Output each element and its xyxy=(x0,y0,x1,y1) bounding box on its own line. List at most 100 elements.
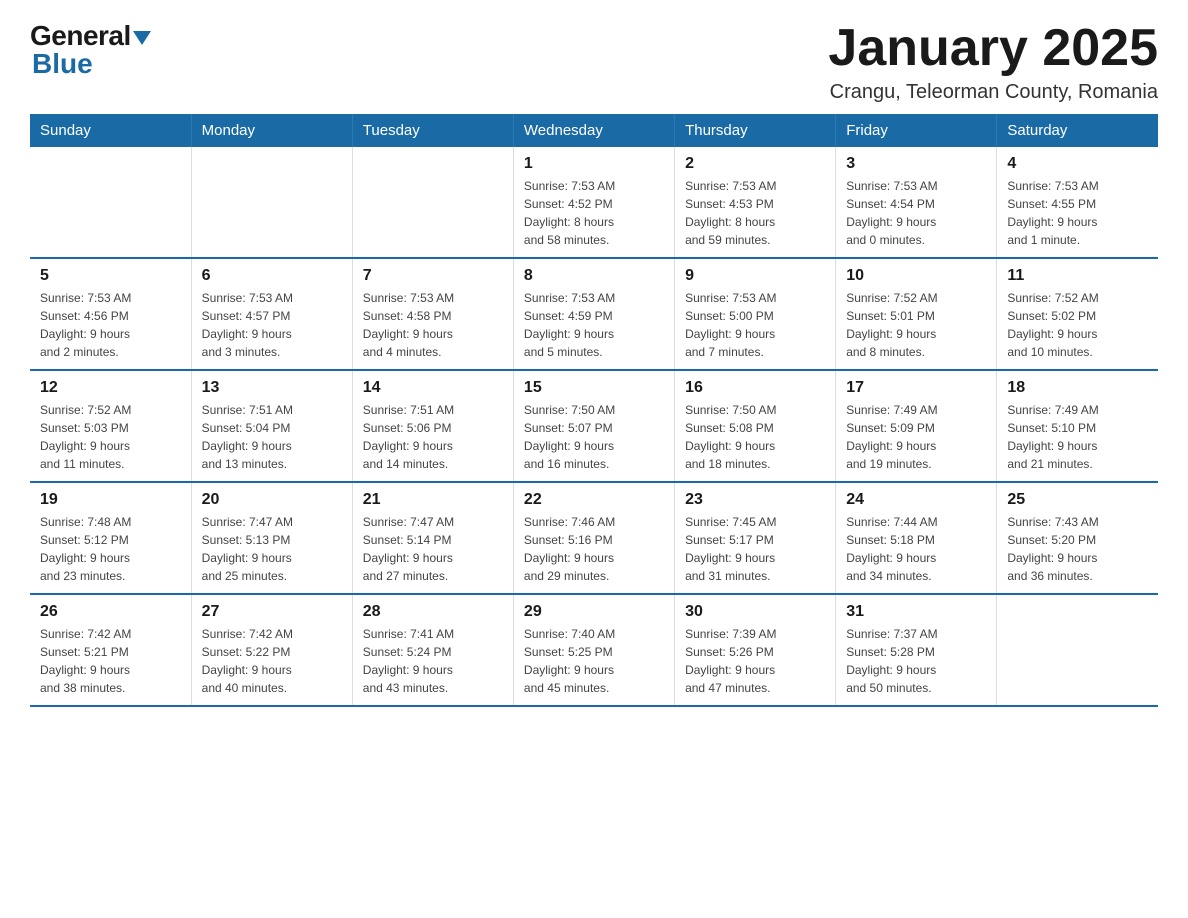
weekday-header-saturday: Saturday xyxy=(997,114,1158,147)
page-header: General Blue January 2025 Crangu, Teleor… xyxy=(30,20,1158,104)
day-info: Sunrise: 7:53 AM Sunset: 4:55 PM Dayligh… xyxy=(1007,177,1148,249)
calendar-cell: 16 Sunrise: 7:50 AM Sunset: 5:08 PM Dayli… xyxy=(675,370,836,482)
calendar-cell: 14Sunrise: 7:51 AM Sunset: 5:06 PM Dayli… xyxy=(352,370,513,482)
calendar-cell: 31 Sunrise: 7:37 AM Sunset: 5:28 PM Dayli… xyxy=(836,594,997,706)
day-info: Sunrise: 7:40 AM Sunset: 5:25 PM Dayligh… xyxy=(524,625,664,697)
day-number: 7 xyxy=(363,267,503,285)
day-info: Sunrise: 7:50 AM Sunset: 5:07 PM Dayligh… xyxy=(524,401,664,473)
day-number: 2 xyxy=(685,155,825,173)
weekday-header-wednesday: Wednesday xyxy=(513,114,674,147)
day-info: Sunrise: 7:45 AM Sunset: 5:17 PM Dayligh… xyxy=(685,513,825,585)
day-number: 12 xyxy=(40,379,181,397)
day-info: Sunrise: 7:52 AM Sunset: 5:03 PM Dayligh… xyxy=(40,401,181,473)
day-number: 8 xyxy=(524,267,664,285)
calendar-cell: 23 Sunrise: 7:45 AM Sunset: 5:17 PM Dayli… xyxy=(675,482,836,594)
calendar-cell: 11 Sunrise: 7:52 AM Sunset: 5:02 PM Dayli… xyxy=(997,258,1158,370)
day-info: Sunrise: 7:53 AM Sunset: 4:58 PM Dayligh… xyxy=(363,289,503,361)
calendar-cell xyxy=(191,147,352,258)
day-info: Sunrise: 7:53 AM Sunset: 5:00 PM Dayligh… xyxy=(685,289,825,361)
day-info: Sunrise: 7:42 AM Sunset: 5:21 PM Dayligh… xyxy=(40,625,181,697)
day-number: 29 xyxy=(524,603,664,621)
calendar-subtitle: Crangu, Teleorman County, Romania xyxy=(828,81,1158,104)
weekday-header-thursday: Thursday xyxy=(675,114,836,147)
day-info: Sunrise: 7:48 AM Sunset: 5:12 PM Dayligh… xyxy=(40,513,181,585)
calendar-cell: 24 Sunrise: 7:44 AM Sunset: 5:18 PM Dayli… xyxy=(836,482,997,594)
day-info: Sunrise: 7:53 AM Sunset: 4:52 PM Dayligh… xyxy=(524,177,664,249)
day-number: 5 xyxy=(40,267,181,285)
day-info: Sunrise: 7:42 AM Sunset: 5:22 PM Dayligh… xyxy=(202,625,342,697)
calendar-header: SundayMondayTuesdayWednesdayThursdayFrid… xyxy=(30,114,1158,147)
logo-arrow-icon xyxy=(133,31,151,45)
week-row-2: 5 Sunrise: 7:53 AM Sunset: 4:56 PM Daylig… xyxy=(30,258,1158,370)
calendar-cell xyxy=(30,147,191,258)
day-info: Sunrise: 7:39 AM Sunset: 5:26 PM Dayligh… xyxy=(685,625,825,697)
calendar-cell: 30 Sunrise: 7:39 AM Sunset: 5:26 PM Dayli… xyxy=(675,594,836,706)
day-number: 9 xyxy=(685,267,825,285)
day-number: 15 xyxy=(524,379,664,397)
day-number: 27 xyxy=(202,603,342,621)
day-number: 10 xyxy=(846,267,986,285)
day-number: 24 xyxy=(846,491,986,509)
calendar-cell: 21 Sunrise: 7:47 AM Sunset: 5:14 PM Dayli… xyxy=(352,482,513,594)
calendar-table: SundayMondayTuesdayWednesdayThursdayFrid… xyxy=(30,114,1158,707)
calendar-cell: 27 Sunrise: 7:42 AM Sunset: 5:22 PM Dayli… xyxy=(191,594,352,706)
calendar-cell: 13 Sunrise: 7:51 AM Sunset: 5:04 PM Dayli… xyxy=(191,370,352,482)
day-number: 31 xyxy=(846,603,986,621)
week-row-1: 1 Sunrise: 7:53 AM Sunset: 4:52 PM Daylig… xyxy=(30,147,1158,258)
weekday-header-monday: Monday xyxy=(191,114,352,147)
day-info: Sunrise: 7:53 AM Sunset: 4:59 PM Dayligh… xyxy=(524,289,664,361)
day-number: 16 xyxy=(685,379,825,397)
calendar-cell: 19Sunrise: 7:48 AM Sunset: 5:12 PM Dayli… xyxy=(30,482,191,594)
day-info: Sunrise: 7:53 AM Sunset: 4:56 PM Dayligh… xyxy=(40,289,181,361)
day-info: Sunrise: 7:53 AM Sunset: 4:57 PM Dayligh… xyxy=(202,289,342,361)
calendar-cell: 22Sunrise: 7:46 AM Sunset: 5:16 PM Dayli… xyxy=(513,482,674,594)
calendar-cell: 1 Sunrise: 7:53 AM Sunset: 4:52 PM Daylig… xyxy=(513,147,674,258)
calendar-cell: 2 Sunrise: 7:53 AM Sunset: 4:53 PM Daylig… xyxy=(675,147,836,258)
day-number: 26 xyxy=(40,603,181,621)
day-info: Sunrise: 7:49 AM Sunset: 5:10 PM Dayligh… xyxy=(1007,401,1148,473)
day-info: Sunrise: 7:44 AM Sunset: 5:18 PM Dayligh… xyxy=(846,513,986,585)
day-info: Sunrise: 7:43 AM Sunset: 5:20 PM Dayligh… xyxy=(1007,513,1148,585)
calendar-cell: 12 Sunrise: 7:52 AM Sunset: 5:03 PM Dayli… xyxy=(30,370,191,482)
calendar-cell: 6Sunrise: 7:53 AM Sunset: 4:57 PM Daylig… xyxy=(191,258,352,370)
day-info: Sunrise: 7:53 AM Sunset: 4:53 PM Dayligh… xyxy=(685,177,825,249)
calendar-cell: 20Sunrise: 7:47 AM Sunset: 5:13 PM Dayli… xyxy=(191,482,352,594)
day-info: Sunrise: 7:47 AM Sunset: 5:14 PM Dayligh… xyxy=(363,513,503,585)
title-block: January 2025 Crangu, Teleorman County, R… xyxy=(828,20,1158,104)
day-info: Sunrise: 7:47 AM Sunset: 5:13 PM Dayligh… xyxy=(202,513,342,585)
day-info: Sunrise: 7:53 AM Sunset: 4:54 PM Dayligh… xyxy=(846,177,986,249)
day-info: Sunrise: 7:51 AM Sunset: 5:04 PM Dayligh… xyxy=(202,401,342,473)
calendar-body: 1 Sunrise: 7:53 AM Sunset: 4:52 PM Daylig… xyxy=(30,147,1158,706)
weekday-row: SundayMondayTuesdayWednesdayThursdayFrid… xyxy=(30,114,1158,147)
calendar-cell: 17 Sunrise: 7:49 AM Sunset: 5:09 PM Dayli… xyxy=(836,370,997,482)
weekday-header-friday: Friday xyxy=(836,114,997,147)
day-number: 17 xyxy=(846,379,986,397)
calendar-title: January 2025 xyxy=(828,20,1158,77)
day-number: 11 xyxy=(1007,267,1148,285)
day-info: Sunrise: 7:46 AM Sunset: 5:16 PM Dayligh… xyxy=(524,513,664,585)
day-info: Sunrise: 7:52 AM Sunset: 5:02 PM Dayligh… xyxy=(1007,289,1148,361)
calendar-cell: 7 Sunrise: 7:53 AM Sunset: 4:58 PM Daylig… xyxy=(352,258,513,370)
calendar-cell: 25 Sunrise: 7:43 AM Sunset: 5:20 PM Dayli… xyxy=(997,482,1158,594)
calendar-cell: 9 Sunrise: 7:53 AM Sunset: 5:00 PM Daylig… xyxy=(675,258,836,370)
day-number: 14 xyxy=(363,379,503,397)
day-number: 30 xyxy=(685,603,825,621)
day-number: 13 xyxy=(202,379,342,397)
calendar-cell: 5 Sunrise: 7:53 AM Sunset: 4:56 PM Daylig… xyxy=(30,258,191,370)
calendar-cell: 29 Sunrise: 7:40 AM Sunset: 5:25 PM Dayli… xyxy=(513,594,674,706)
calendar-cell: 26 Sunrise: 7:42 AM Sunset: 5:21 PM Dayli… xyxy=(30,594,191,706)
calendar-cell xyxy=(352,147,513,258)
day-number: 1 xyxy=(524,155,664,173)
day-number: 28 xyxy=(363,603,503,621)
logo: General Blue xyxy=(30,20,151,80)
logo-general-text: General xyxy=(30,20,131,51)
day-info: Sunrise: 7:37 AM Sunset: 5:28 PM Dayligh… xyxy=(846,625,986,697)
day-number: 25 xyxy=(1007,491,1148,509)
calendar-cell: 18Sunrise: 7:49 AM Sunset: 5:10 PM Dayli… xyxy=(997,370,1158,482)
day-info: Sunrise: 7:50 AM Sunset: 5:08 PM Dayligh… xyxy=(685,401,825,473)
logo-blue-text: Blue xyxy=(30,48,93,80)
day-number: 23 xyxy=(685,491,825,509)
calendar-cell xyxy=(997,594,1158,706)
day-number: 21 xyxy=(363,491,503,509)
day-info: Sunrise: 7:49 AM Sunset: 5:09 PM Dayligh… xyxy=(846,401,986,473)
